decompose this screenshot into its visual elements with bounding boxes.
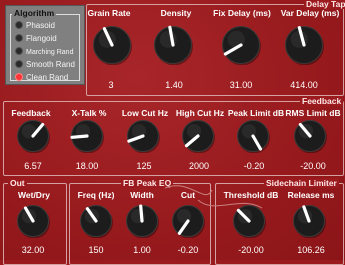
rms-limit-label: RMS Limit dB — [285, 108, 341, 118]
radio-selected-icon — [15, 73, 23, 81]
sidechain-limiter-title: Sidechain Limiter — [264, 178, 339, 188]
algorithm-panel: Phasoid Flangoid Marching Rand Smooth Ra… — [5, 5, 85, 85]
var-delay-label: Var Delay (ms) — [280, 8, 340, 18]
peak-limit-label: Peak Limit dB — [227, 108, 285, 118]
fix-delay-label: Fix Delay (ms) — [213, 8, 271, 18]
option-label: Clean Rand — [26, 73, 69, 82]
rms-limit-knob[interactable] — [293, 119, 327, 153]
low-cut-knob[interactable] — [126, 119, 160, 153]
feedback-amount-value: 6.57 — [24, 161, 42, 171]
peak-limit-knob[interactable] — [236, 119, 270, 153]
radio-icon — [15, 47, 23, 55]
algorithm-option-marching-rand[interactable]: Marching Rand — [15, 47, 73, 58]
cut-value: -0.20 — [177, 245, 199, 255]
out-title: Out — [8, 178, 27, 188]
feedback-amount-label: Feedback — [11, 108, 51, 118]
option-label: Flangoid — [26, 34, 57, 43]
grain-rate-value: 3 — [108, 80, 114, 90]
peak-limit-value: -0.20 — [243, 161, 265, 171]
release-value: 106.26 — [297, 245, 325, 255]
rms-limit-value: -20.00 — [300, 161, 326, 171]
high-cut-value: 2000 — [188, 161, 210, 171]
option-label: Smooth Rand — [26, 60, 75, 69]
wet-dry-value: 32.00 — [21, 245, 45, 255]
radio-icon — [15, 21, 23, 29]
freq-value: 150 — [88, 245, 104, 255]
wet-dry-label: Wet/Dry — [18, 190, 50, 200]
var-delay-knob[interactable] — [284, 25, 324, 65]
fix-delay-value: 31.00 — [229, 80, 253, 90]
x-talk-value: 18.00 — [75, 161, 99, 171]
low-cut-value: 125 — [136, 161, 152, 171]
cut-label: Cut — [180, 190, 196, 200]
freq-knob[interactable] — [79, 204, 113, 238]
var-delay-value: 414.00 — [290, 80, 318, 90]
radio-icon — [15, 60, 23, 68]
fb-peak-eq-title: FB Peak EQ — [121, 178, 174, 188]
algorithm-option-smooth-rand[interactable]: Smooth Rand — [15, 60, 75, 70]
low-cut-label: Low Cut Hz — [121, 108, 169, 118]
plugin-window: Phasoid Flangoid Marching Rand Smooth Ra… — [0, 0, 345, 265]
algorithm-options-box: Phasoid Flangoid Marching Rand Smooth Ra… — [10, 14, 80, 83]
threshold-value: -20.00 — [238, 245, 264, 255]
width-knob[interactable] — [125, 204, 159, 238]
freq-label: Freq (Hz) — [77, 190, 115, 200]
threshold-label: Threshold dB — [223, 190, 279, 200]
grain-rate-knob[interactable] — [92, 25, 132, 65]
grain-rate-label: Grain Rate — [87, 8, 131, 18]
width-value: 1.00 — [133, 245, 151, 255]
high-cut-label: High Cut Hz — [175, 108, 225, 118]
feedback-title: Feedback — [300, 96, 344, 106]
density-label: Density — [160, 8, 192, 18]
radio-icon — [15, 34, 23, 42]
x-talk-knob[interactable] — [70, 119, 104, 153]
algorithm-option-flangoid[interactable]: Flangoid — [15, 34, 57, 44]
option-label: Phasoid — [26, 21, 55, 30]
threshold-knob[interactable] — [232, 204, 266, 238]
wet-dry-knob[interactable] — [16, 204, 50, 238]
density-value: 1.40 — [165, 80, 183, 90]
algorithm-option-clean-rand[interactable]: Clean Rand — [15, 73, 68, 83]
high-cut-knob[interactable] — [181, 119, 215, 153]
cut-knob[interactable] — [171, 204, 205, 238]
release-knob[interactable] — [292, 204, 326, 238]
algorithm-option-phasoid[interactable]: Phasoid — [15, 21, 55, 31]
option-label: Marching Rand — [26, 49, 74, 56]
x-talk-label: X-Talk % — [71, 108, 107, 118]
feedback-amount-knob[interactable] — [16, 119, 50, 153]
density-knob[interactable] — [153, 25, 193, 65]
release-label: Release ms — [287, 190, 335, 200]
algorithm-title: Algorithm — [12, 8, 57, 18]
fix-delay-knob[interactable] — [221, 25, 261, 65]
width-label: Width — [130, 190, 154, 200]
